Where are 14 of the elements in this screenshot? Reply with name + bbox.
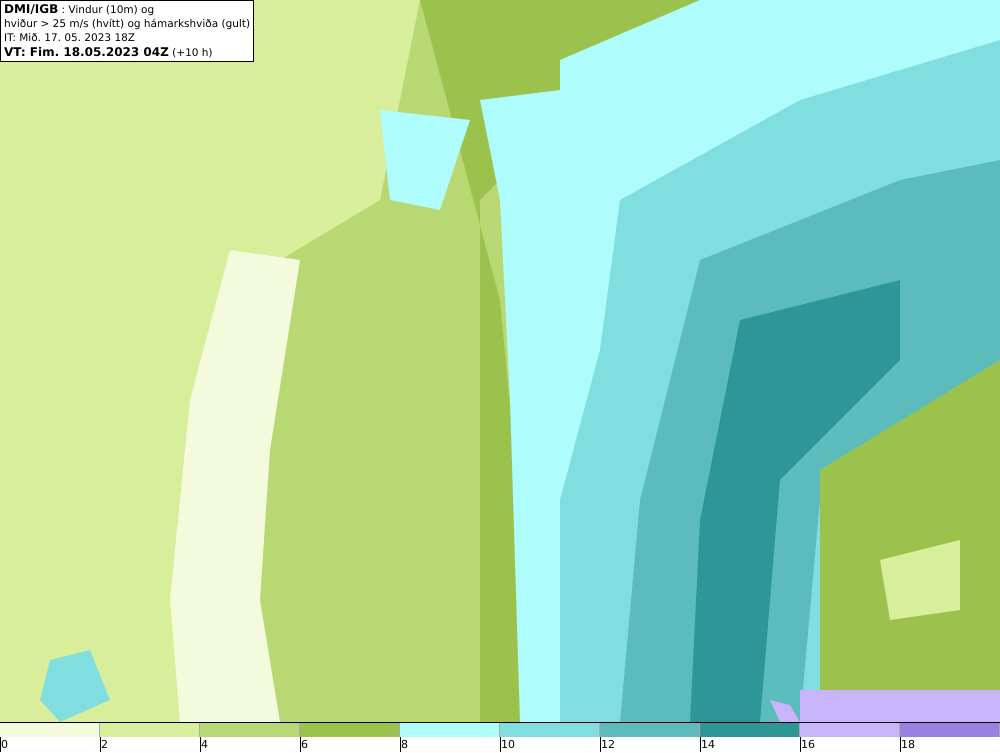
legend-label: 6 (300, 737, 308, 752)
legend-label: 2 (100, 737, 108, 752)
info-text: hviður > 25 m/s (hvítt) og hámarkshviða (gult) (4, 17, 250, 31)
info-text: VT: Fim. 18.05.2023 04Z (+10 h) (4, 45, 214, 60)
legend-label: 16 (800, 737, 815, 752)
legend-label: 12 (600, 737, 615, 752)
legend-label: 8 (400, 737, 408, 752)
legend-label: 14 (700, 737, 715, 752)
info-text: DMI/IGB : Vindur (10m) og (4, 2, 156, 17)
info-text: IT: Mið. 17. 05. 2023 18Z (4, 31, 136, 45)
legend-label: 0 (0, 737, 8, 752)
legend-label: 4 (200, 737, 208, 752)
legend-label: 10 (500, 737, 515, 752)
legend-label: 18 (900, 737, 915, 752)
